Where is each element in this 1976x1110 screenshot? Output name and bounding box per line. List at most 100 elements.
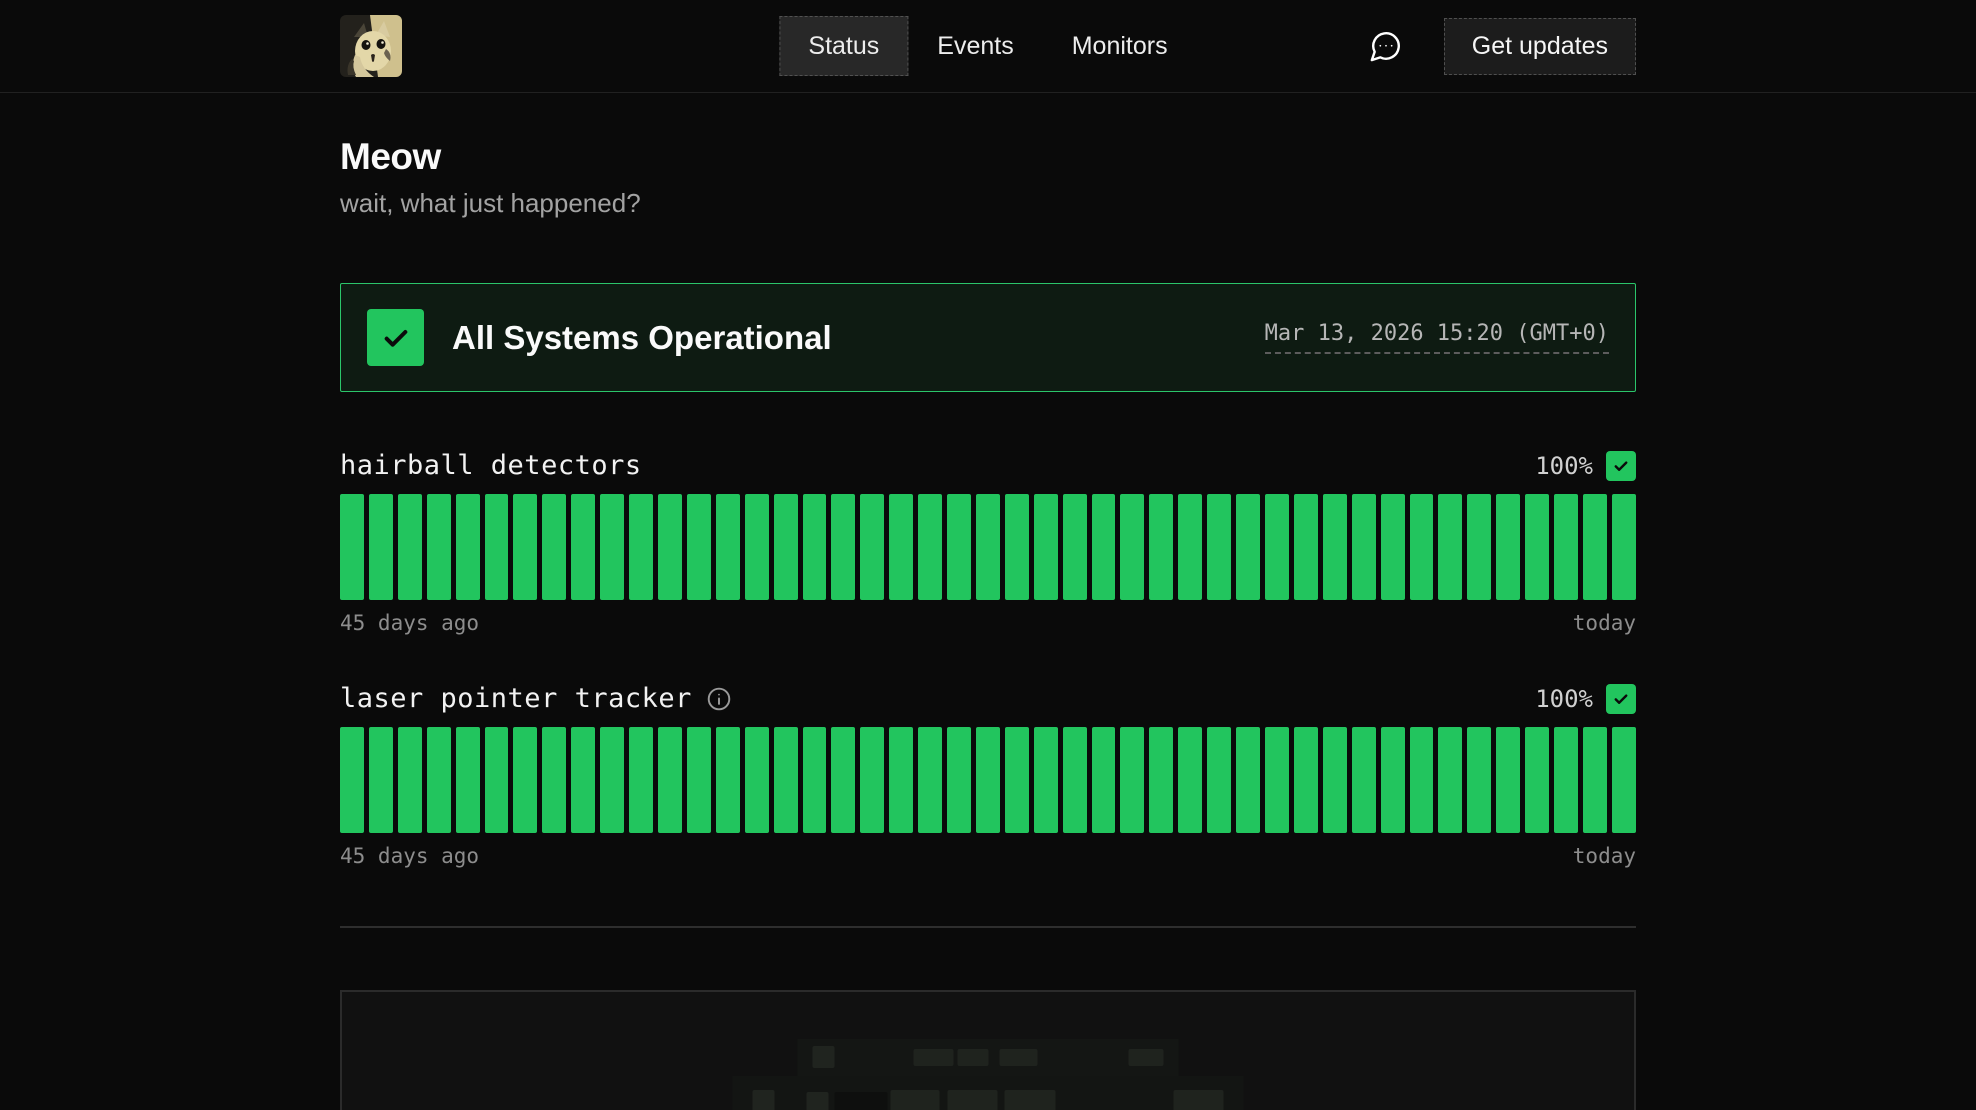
- uptime-day-bar[interactable]: [1323, 727, 1347, 833]
- uptime-day-bar[interactable]: [1294, 494, 1318, 600]
- uptime-day-bar[interactable]: [889, 727, 913, 833]
- uptime-day-bar[interactable]: [1410, 727, 1434, 833]
- uptime-day-bar[interactable]: [542, 494, 566, 600]
- uptime-day-bar[interactable]: [1381, 494, 1405, 600]
- uptime-day-bar[interactable]: [513, 727, 537, 833]
- uptime-day-bar[interactable]: [1207, 727, 1231, 833]
- brand-logo[interactable]: [340, 15, 402, 77]
- uptime-day-bar[interactable]: [1525, 727, 1549, 833]
- uptime-day-bar[interactable]: [860, 727, 884, 833]
- uptime-day-bar[interactable]: [1467, 727, 1491, 833]
- uptime-day-bar[interactable]: [456, 727, 480, 833]
- uptime-day-bar[interactable]: [716, 727, 740, 833]
- uptime-day-bar[interactable]: [1034, 727, 1058, 833]
- get-updates-button[interactable]: Get updates: [1444, 18, 1636, 75]
- uptime-day-bar[interactable]: [369, 494, 393, 600]
- uptime-day-bar[interactable]: [1438, 494, 1462, 600]
- uptime-day-bar[interactable]: [1178, 494, 1202, 600]
- uptime-day-bar[interactable]: [1496, 727, 1520, 833]
- uptime-day-bar[interactable]: [340, 494, 364, 600]
- uptime-day-bar[interactable]: [1005, 727, 1029, 833]
- uptime-day-bar[interactable]: [485, 494, 509, 600]
- uptime-day-bar[interactable]: [1554, 727, 1578, 833]
- uptime-day-bar[interactable]: [1149, 727, 1173, 833]
- uptime-day-bar[interactable]: [542, 727, 566, 833]
- uptime-day-bar[interactable]: [860, 494, 884, 600]
- uptime-day-bar[interactable]: [1265, 727, 1289, 833]
- uptime-day-bar[interactable]: [1554, 494, 1578, 600]
- nav-tab-events[interactable]: Events: [908, 16, 1042, 76]
- uptime-day-bar[interactable]: [600, 727, 624, 833]
- uptime-day-bar[interactable]: [629, 494, 653, 600]
- uptime-day-bar[interactable]: [774, 727, 798, 833]
- uptime-day-bar[interactable]: [513, 494, 537, 600]
- uptime-day-bar[interactable]: [1612, 494, 1636, 600]
- uptime-day-bar[interactable]: [1063, 494, 1087, 600]
- uptime-day-bar[interactable]: [485, 727, 509, 833]
- uptime-day-bar[interactable]: [1410, 494, 1434, 600]
- uptime-day-bar[interactable]: [687, 494, 711, 600]
- nav-tab-status[interactable]: Status: [779, 16, 908, 76]
- uptime-day-bar[interactable]: [398, 494, 422, 600]
- uptime-day-bar[interactable]: [1294, 727, 1318, 833]
- uptime-day-bar[interactable]: [1236, 494, 1260, 600]
- uptime-day-bar[interactable]: [1149, 494, 1173, 600]
- uptime-day-bar[interactable]: [1467, 494, 1491, 600]
- uptime-day-bar[interactable]: [1034, 494, 1058, 600]
- uptime-day-bar[interactable]: [803, 727, 827, 833]
- uptime-day-bar[interactable]: [456, 494, 480, 600]
- nav-tab-monitors[interactable]: Monitors: [1043, 16, 1197, 76]
- status-timestamp[interactable]: Mar 13, 2026 15:20 (GMT+0): [1265, 321, 1609, 354]
- uptime-day-bar[interactable]: [658, 494, 682, 600]
- uptime-day-bar[interactable]: [1323, 494, 1347, 600]
- uptime-day-bar[interactable]: [1496, 494, 1520, 600]
- uptime-day-bar[interactable]: [745, 727, 769, 833]
- uptime-day-bar[interactable]: [340, 727, 364, 833]
- uptime-day-bar[interactable]: [1583, 727, 1607, 833]
- uptime-day-bar[interactable]: [571, 494, 595, 600]
- uptime-day-bar[interactable]: [918, 494, 942, 600]
- uptime-day-bar[interactable]: [1583, 494, 1607, 600]
- uptime-day-bar[interactable]: [369, 727, 393, 833]
- uptime-day-bar[interactable]: [571, 727, 595, 833]
- uptime-day-bar[interactable]: [1178, 727, 1202, 833]
- uptime-day-bar[interactable]: [803, 494, 827, 600]
- uptime-day-bar[interactable]: [716, 494, 740, 600]
- uptime-day-bar[interactable]: [658, 727, 682, 833]
- uptime-day-bar[interactable]: [427, 727, 451, 833]
- uptime-day-bar[interactable]: [1352, 727, 1376, 833]
- uptime-day-bar[interactable]: [629, 727, 653, 833]
- uptime-day-bar[interactable]: [1236, 727, 1260, 833]
- operational-check-icon: [367, 309, 424, 366]
- uptime-day-bar[interactable]: [1005, 494, 1029, 600]
- uptime-day-bar[interactable]: [600, 494, 624, 600]
- uptime-day-bar[interactable]: [1092, 494, 1116, 600]
- uptime-day-bar[interactable]: [687, 727, 711, 833]
- uptime-day-bar[interactable]: [427, 494, 451, 600]
- uptime-day-bar[interactable]: [1120, 494, 1144, 600]
- uptime-day-bar[interactable]: [1120, 727, 1144, 833]
- uptime-day-bar[interactable]: [1207, 494, 1231, 600]
- uptime-day-bar[interactable]: [1092, 727, 1116, 833]
- monitor-name: laser pointer tracker: [340, 683, 692, 714]
- uptime-day-bar[interactable]: [889, 494, 913, 600]
- uptime-day-bar[interactable]: [1265, 494, 1289, 600]
- uptime-day-bar[interactable]: [1612, 727, 1636, 833]
- uptime-day-bar[interactable]: [976, 727, 1000, 833]
- uptime-day-bar[interactable]: [918, 727, 942, 833]
- monitor-info-button[interactable]: [706, 686, 732, 712]
- uptime-day-bar[interactable]: [1063, 727, 1087, 833]
- uptime-day-bar[interactable]: [831, 494, 855, 600]
- uptime-day-bar[interactable]: [976, 494, 1000, 600]
- uptime-day-bar[interactable]: [774, 494, 798, 600]
- uptime-day-bar[interactable]: [1438, 727, 1462, 833]
- uptime-day-bar[interactable]: [831, 727, 855, 833]
- uptime-day-bar[interactable]: [1352, 494, 1376, 600]
- uptime-day-bar[interactable]: [745, 494, 769, 600]
- uptime-day-bar[interactable]: [947, 727, 971, 833]
- feedback-chat-button[interactable]: [1364, 24, 1408, 68]
- uptime-day-bar[interactable]: [398, 727, 422, 833]
- uptime-day-bar[interactable]: [947, 494, 971, 600]
- uptime-day-bar[interactable]: [1525, 494, 1549, 600]
- uptime-day-bar[interactable]: [1381, 727, 1405, 833]
